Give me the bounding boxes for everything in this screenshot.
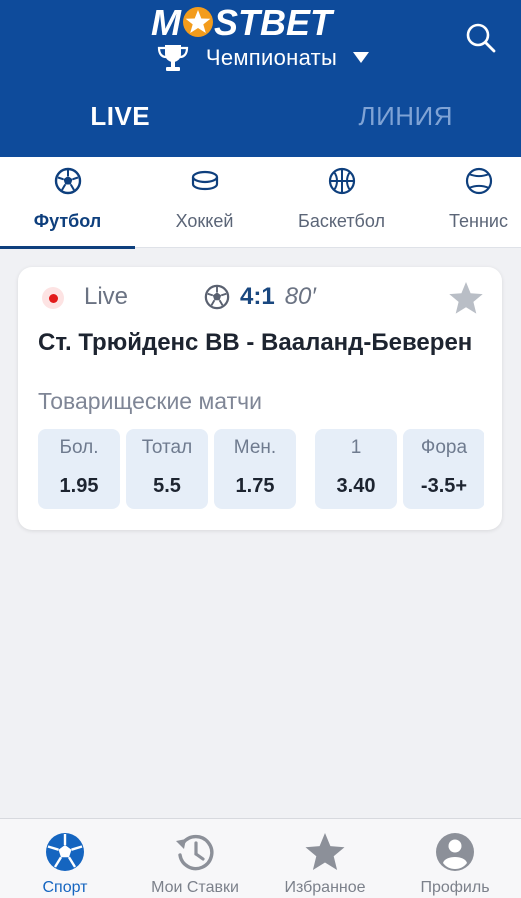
history-icon (176, 834, 214, 871)
live-indicator-icon (42, 287, 64, 309)
nav-label: Избранное (284, 879, 366, 896)
odd-over[interactable]: Бол. 1.95 (38, 429, 120, 509)
mostbet-logo: M STBET (0, 2, 521, 42)
sport-tab-basketball[interactable]: Баскетбол (274, 157, 409, 248)
svg-text:M: M (151, 2, 182, 42)
sport-tab-label: Баскетбол (298, 211, 385, 231)
nav-label: Спорт (42, 879, 88, 896)
hockey-puck-icon (191, 170, 218, 191)
odd-total[interactable]: Тотал 5.5 (126, 429, 208, 509)
sport-tab-label: Хоккей (175, 211, 234, 231)
odd-label: 1 (350, 437, 362, 458)
sport-tab-tennis[interactable]: Теннис (411, 157, 521, 248)
odd-win-1[interactable]: 1 3.40 (315, 429, 397, 509)
sport-tabs: Футбол Хоккей Баскетбол Теннис (0, 157, 521, 249)
sport-tab-label: Футбол (33, 211, 102, 231)
odd-value: 1.95 (59, 475, 99, 497)
main-tabs: LIVE ЛИНИЯ (0, 90, 521, 142)
nav-label: Профиль (420, 879, 490, 896)
star-icon (449, 282, 483, 314)
score-value: 4:1 (240, 283, 275, 310)
star-icon (305, 833, 345, 870)
app-header: M STBET Чемпионаты LIVE ЛИНИЯ (0, 0, 521, 157)
championships-selector[interactable]: Чемпионаты (0, 40, 521, 76)
odd-label: Мен. (233, 437, 277, 458)
odd-value: 5.5 (153, 475, 181, 497)
odd-value: 1.75 (235, 475, 275, 497)
championships-label: Чемпионаты (205, 45, 338, 70)
odds-row: Бол. 1.95 Тотал 5.5 Мен. 1.75 1 3.40 Фор… (38, 429, 484, 509)
trophy-icon (157, 45, 188, 71)
tab-live[interactable]: LIVE (0, 90, 261, 142)
sport-tab-hockey[interactable]: Хоккей (137, 157, 272, 248)
nav-my-bets[interactable]: Мои Ставки (130, 819, 260, 898)
soccer-ball-icon (46, 833, 84, 871)
nav-label: Мои Ставки (151, 879, 239, 896)
nav-profile[interactable]: Профиль (390, 819, 520, 898)
odd-label: Бол. (59, 437, 99, 458)
match-score: 4:1 80′ (204, 283, 316, 311)
match-card[interactable]: Live 4:1 80′ Ст. Трюйденс ВВ - Вааланд-Б… (18, 267, 502, 530)
tab-line[interactable]: ЛИНИЯ (261, 90, 521, 142)
live-label: Live (84, 283, 129, 310)
soccer-ball-icon (204, 284, 230, 310)
match-minute: 80′ (284, 283, 316, 310)
odd-handicap[interactable]: Фора -3.5+ (403, 429, 484, 509)
logo-wordmark: M STBET (151, 2, 335, 42)
basketball-icon (328, 167, 355, 195)
svg-text:STBET: STBET (214, 2, 335, 42)
favorite-button[interactable] (448, 281, 484, 315)
tennis-ball-icon (465, 167, 492, 195)
odd-under[interactable]: Мен. 1.75 (214, 429, 296, 509)
match-teams: Ст. Трюйденс ВВ - Вааланд-Беверен (38, 329, 473, 356)
bottom-nav: Спорт Мои Ставки Избранное Профиль (0, 818, 521, 898)
league-name: Товарищеские матчи (38, 388, 262, 414)
soccer-ball-icon (54, 167, 81, 195)
odd-label: Фора (420, 437, 468, 458)
odd-value: -3.5+ (420, 475, 468, 497)
profile-icon (436, 833, 474, 871)
dropdown-arrow-icon (353, 52, 370, 63)
sport-tab-football[interactable]: Футбол (0, 157, 135, 249)
odd-label: Тотал (141, 437, 193, 458)
nav-favorites[interactable]: Избранное (260, 819, 390, 898)
odd-value: 3.40 (336, 475, 376, 497)
sport-tab-label: Теннис (449, 211, 508, 231)
nav-sport[interactable]: Спорт (0, 819, 130, 898)
